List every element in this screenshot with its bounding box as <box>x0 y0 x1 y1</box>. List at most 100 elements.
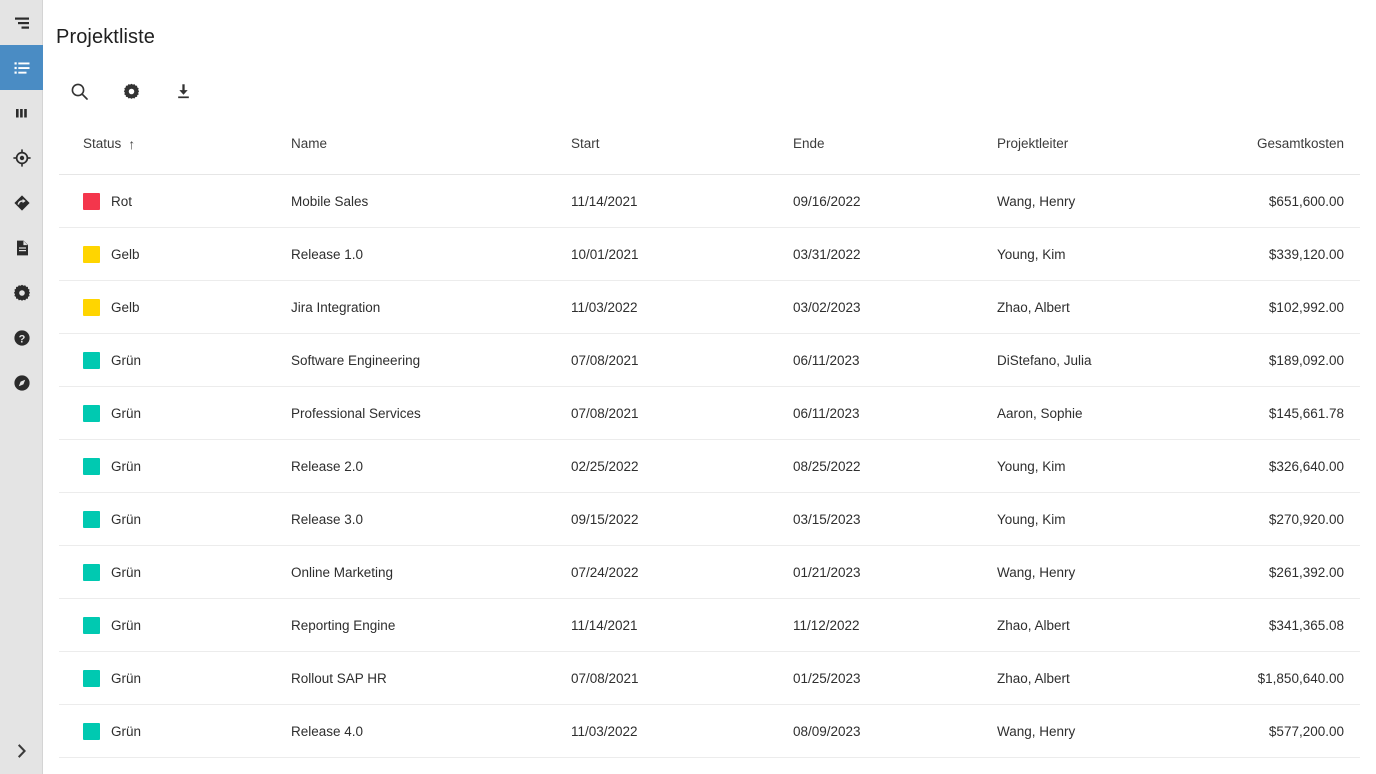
column-header-status[interactable]: Status ↑ <box>59 112 267 176</box>
status-label: Grün <box>111 564 142 580</box>
cell-start: 07/08/2021 <box>547 386 769 441</box>
cell-gesamtkosten: $577,200.00 <box>1209 704 1360 759</box>
status-color-swatch <box>83 192 100 210</box>
table-row[interactable]: Grün Rollout SAP HR 07/08/2021 01/25/2023 Zh… <box>59 651 1360 706</box>
table-row[interactable]: Grün Online Marketing 07/24/2022 01/21/2023… <box>59 545 1360 600</box>
bar-chart-icon <box>12 103 32 123</box>
sidebar-item-target[interactable] <box>0 135 43 180</box>
download-icon <box>174 82 193 101</box>
cell-status: Grün <box>59 545 267 600</box>
column-header-gesamtkosten-label: Gesamtkosten <box>1256 136 1344 152</box>
search-button[interactable] <box>53 72 105 112</box>
cell-name: Reporting Engine <box>267 598 547 653</box>
project-table: Status ↑ Name Start Ende Projektleiter G… <box>59 112 1360 759</box>
column-header-name[interactable]: Name <box>267 112 547 176</box>
table-header-row: Status ↑ Name Start Ende Projektleiter G… <box>59 112 1360 176</box>
table-row[interactable]: Grün Professional Services 07/08/2021 06/11… <box>59 386 1360 441</box>
sidebar-item-project-list[interactable] <box>0 45 43 90</box>
table-row[interactable]: Grün Release 2.0 02/25/2022 08/25/2022 Young… <box>59 439 1360 494</box>
status-badge: Grün <box>83 722 267 740</box>
sidebar-item-settings[interactable] <box>0 270 43 315</box>
sidebar-item-gantt[interactable] <box>0 90 43 135</box>
milestone-diamond-icon <box>12 193 32 213</box>
cell-gesamtkosten: $326,640.00 <box>1209 439 1360 494</box>
cell-name: Professional Services <box>267 386 547 441</box>
cell-gesamtkosten: $145,661.78 <box>1209 386 1360 441</box>
cell-projektleiter: DiStefano, Julia <box>973 333 1209 388</box>
settings-button[interactable] <box>105 72 157 112</box>
sidebar-menu-toggle[interactable] <box>0 0 43 45</box>
download-button[interactable] <box>157 72 209 112</box>
cell-gesamtkosten: $339,120.00 <box>1209 227 1360 282</box>
status-badge: Grün <box>83 510 267 528</box>
cell-ende: 08/25/2022 <box>769 439 973 494</box>
column-header-gesamtkosten[interactable]: Gesamtkosten <box>1209 112 1360 176</box>
status-label: Grün <box>111 511 142 527</box>
cell-gesamtkosten: $651,600.00 <box>1209 174 1360 229</box>
status-badge: Grün <box>83 404 267 422</box>
project-table-container: Status ↑ Name Start Ende Projektleiter G… <box>43 112 1376 774</box>
cell-status: Grün <box>59 598 267 653</box>
table-row[interactable]: Grün Software Engineering 07/08/2021 06/11/… <box>59 333 1360 388</box>
cell-status: Grün <box>59 439 267 494</box>
column-header-name-label: Name <box>291 136 328 152</box>
cell-start: 11/14/2021 <box>547 174 769 229</box>
status-color-swatch <box>83 616 100 634</box>
cell-ende: 03/02/2023 <box>769 280 973 335</box>
table-row[interactable]: Grün Release 3.0 09/15/2022 03/15/2023 Young… <box>59 492 1360 547</box>
status-badge: Gelb <box>83 245 267 263</box>
column-header-start[interactable]: Start <box>547 112 769 176</box>
cell-name: Jira Integration <box>267 280 547 335</box>
status-color-swatch <box>83 404 100 422</box>
sidebar-item-milestone[interactable] <box>0 180 43 225</box>
status-label: Rot <box>111 193 133 209</box>
status-color-swatch <box>83 563 100 581</box>
cell-ende: 08/09/2023 <box>769 704 973 759</box>
status-badge: Gelb <box>83 298 267 316</box>
status-badge: Grün <box>83 616 267 634</box>
sidebar-item-documents[interactable] <box>0 225 43 270</box>
search-icon <box>69 81 90 102</box>
table-row[interactable]: Rot Mobile Sales 11/14/2021 09/16/2022 Wang,… <box>59 174 1360 229</box>
cell-ende: 01/21/2023 <box>769 545 973 600</box>
cell-projektleiter: Young, Kim <box>973 492 1209 547</box>
column-header-projektleiter[interactable]: Projektleiter <box>973 112 1209 176</box>
cell-gesamtkosten: $102,992.00 <box>1209 280 1360 335</box>
column-header-ende-label: Ende <box>793 136 825 152</box>
cell-projektleiter: Zhao, Albert <box>973 598 1209 653</box>
cell-projektleiter: Young, Kim <box>973 227 1209 282</box>
document-icon <box>12 238 32 258</box>
toolbar <box>43 71 1376 113</box>
status-label: Gelb <box>111 246 140 262</box>
cell-name: Release 1.0 <box>267 227 547 282</box>
table-row[interactable]: Gelb Release 1.0 10/01/2021 03/31/2022 Young… <box>59 227 1360 282</box>
table-head: Status ↑ Name Start Ende Projektleiter G… <box>59 112 1360 176</box>
cell-name: Release 3.0 <box>267 492 547 547</box>
status-color-swatch <box>83 351 100 369</box>
cell-start: 09/15/2022 <box>547 492 769 547</box>
cell-start: 11/14/2021 <box>547 598 769 653</box>
table-row[interactable]: Gelb Jira Integration 11/03/2022 03/02/2023… <box>59 280 1360 335</box>
status-label: Grün <box>111 617 142 633</box>
status-label: Grün <box>111 723 142 739</box>
cell-start: 11/03/2022 <box>547 704 769 759</box>
sidebar-item-explore[interactable] <box>0 360 43 405</box>
column-header-ende[interactable]: Ende <box>769 112 973 176</box>
cell-status: Grün <box>59 704 267 759</box>
table-row[interactable]: Grün Release 4.0 11/03/2022 08/09/2023 Wang,… <box>59 704 1360 759</box>
table-row[interactable]: Grün Reporting Engine 11/14/2021 11/12/2022… <box>59 598 1360 653</box>
status-badge: Rot <box>83 192 267 210</box>
cell-ende: 11/12/2022 <box>769 598 973 653</box>
cell-name: Software Engineering <box>267 333 547 388</box>
target-icon <box>12 148 32 168</box>
svg-text:?: ? <box>18 333 25 345</box>
cell-name: Mobile Sales <box>267 174 547 229</box>
sidebar-item-help[interactable]: ? <box>0 315 43 360</box>
cell-status: Gelb <box>59 280 267 335</box>
cell-projektleiter: Wang, Henry <box>973 545 1209 600</box>
gear-icon <box>122 82 141 101</box>
cell-start: 10/01/2021 <box>547 227 769 282</box>
status-color-swatch <box>83 510 100 528</box>
cell-name: Release 2.0 <box>267 439 547 494</box>
sidebar-expand-toggle[interactable] <box>0 728 43 774</box>
